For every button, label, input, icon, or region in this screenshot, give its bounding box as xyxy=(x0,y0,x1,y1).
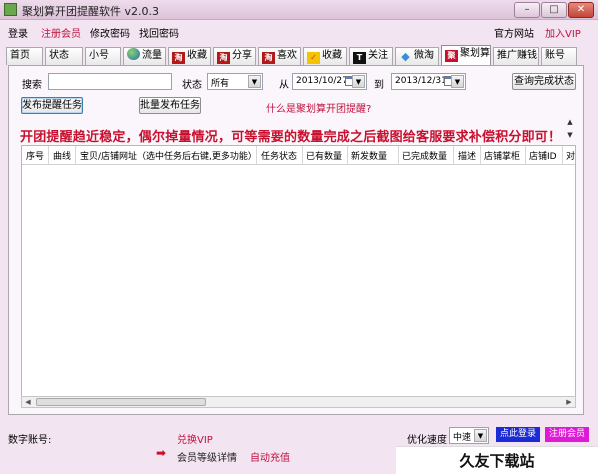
maximize-button[interactable]: □ xyxy=(541,2,567,18)
register-link[interactable]: 注册会员 xyxy=(41,25,81,40)
tao-icon: 淘 xyxy=(262,52,275,64)
scroll-right-icon[interactable]: ▶ xyxy=(563,397,575,407)
batch-publish-button[interactable]: 批量发布任务 xyxy=(139,97,201,114)
tab-label: 账号 xyxy=(545,50,565,61)
from-date-picker[interactable]: 2013/10/27 ▼ xyxy=(292,73,367,90)
column-header[interactable]: 已有数量 xyxy=(306,149,342,162)
tab-status[interactable]: 状态 xyxy=(45,47,83,65)
publish-reminder-button[interactable]: 发布提醒任务 xyxy=(21,97,83,114)
tab-traffic[interactable]: 流量 xyxy=(123,47,166,65)
official-site-link[interactable]: 官方网站 xyxy=(494,25,534,40)
login-link[interactable]: 登录 xyxy=(8,25,28,40)
tab-label: 收藏 xyxy=(322,50,342,61)
column-header[interactable]: 对 xyxy=(566,149,575,162)
redeem-vip-link[interactable]: 兑换VIP xyxy=(177,431,213,446)
tab-promote[interactable]: 推广赚钱 xyxy=(493,47,539,65)
tab-label: 聚划算 xyxy=(460,48,490,59)
chevron-down-icon[interactable]: ▼ xyxy=(352,75,365,88)
chevron-down-icon[interactable]: ▼ xyxy=(248,75,261,88)
from-date-value: 2013/10/27 xyxy=(296,76,348,86)
status-select[interactable]: 所有 ▼ xyxy=(207,73,263,90)
recover-password-link[interactable]: 找回密码 xyxy=(139,25,179,40)
scrollbar-thumb[interactable] xyxy=(36,398,206,406)
chevron-down-icon[interactable]: ▼ xyxy=(451,75,464,88)
table-horizontal-scrollbar[interactable]: ◀ ▶ xyxy=(21,396,576,408)
join-vip-link[interactable]: 加入VIP xyxy=(545,25,581,40)
tab-like[interactable]: 淘喜欢 xyxy=(258,47,301,65)
to-date-value: 2013/12/31 xyxy=(395,76,447,86)
tab-weitao[interactable]: ◆ 微淘 xyxy=(395,47,439,65)
tab-favorite[interactable]: 淘收藏 xyxy=(168,47,211,65)
tab-follow[interactable]: T 关注 xyxy=(349,47,393,65)
app-icon xyxy=(4,3,17,16)
juhuasuan-icon: 聚 xyxy=(445,50,458,62)
column-header[interactable]: 店铺掌柜 xyxy=(484,149,520,162)
task-table[interactable]: 序号 曲线 宝贝/店铺网址（选中任务后右键,更多功能） 任务状态 已有数量 新发… xyxy=(21,145,576,404)
column-header[interactable]: 序号 xyxy=(26,149,44,162)
tmall-icon: T xyxy=(353,52,366,64)
tab-label: 关注 xyxy=(368,50,388,61)
tab-label: 微淘 xyxy=(414,50,434,61)
column-header[interactable]: 任务状态 xyxy=(261,149,297,162)
speed-value: 中速 xyxy=(453,433,472,443)
tab-label: 分享 xyxy=(232,50,252,61)
tab-small-account[interactable]: 小号 xyxy=(85,47,121,65)
member-level-link[interactable]: 会员等级详情 xyxy=(177,449,237,464)
what-is-link[interactable]: 什么是聚划算开团提醒? xyxy=(266,100,371,115)
notice-text: 开团提醒趋近稳定，偶尔掉量情况，可等需要的数量完成之后截图给客服要求补偿积分即可… xyxy=(20,130,562,145)
scroll-left-icon[interactable]: ◀ xyxy=(22,397,34,407)
tao-icon: 淘 xyxy=(217,52,230,64)
tab-label: 推广赚钱 xyxy=(497,50,537,61)
window-title: 聚划算开团提醒软件 v2.0.3 xyxy=(22,5,159,18)
tab-label: 收藏 xyxy=(187,50,207,61)
diamond-icon: ◆ xyxy=(401,50,410,63)
globe-icon xyxy=(127,48,140,60)
minimize-button[interactable]: – xyxy=(514,2,540,18)
tab-share[interactable]: 淘分享 xyxy=(213,47,256,65)
speed-select[interactable]: 中速 ▼ xyxy=(449,427,489,444)
tab-account[interactable]: 账号 xyxy=(541,47,577,65)
status-label: 状态 xyxy=(182,80,202,91)
search-input[interactable] xyxy=(48,73,172,90)
status-value: 所有 xyxy=(211,79,230,89)
from-label: 从 xyxy=(279,80,289,91)
column-header[interactable]: 宝贝/店铺网址（选中任务后右键,更多功能） xyxy=(80,149,257,162)
change-password-link[interactable]: 修改密码 xyxy=(90,25,130,40)
column-header[interactable]: 已完成数量 xyxy=(402,149,447,162)
tab-collect[interactable]: ✓ 收藏 xyxy=(303,47,347,65)
register-member-button[interactable]: 注册会员 xyxy=(545,427,589,442)
query-status-button[interactable]: 查询完成状态 xyxy=(512,73,576,90)
table-header: 序号 曲线 宝贝/店铺网址（选中任务后右键,更多功能） 任务状态 已有数量 新发… xyxy=(22,146,575,165)
watermark-text: 久友下载站(www.9upk.com) xyxy=(396,446,598,474)
tab-label: 小号 xyxy=(89,50,109,61)
auto-recharge-link[interactable]: 自动充值 xyxy=(250,449,290,464)
tab-bar: 首页 状态 小号 流量 淘收藏 淘分享 淘喜欢 ✓ 收藏 T 关注 ◆ 微淘 聚聚划算… xyxy=(6,45,596,66)
tab-label: 喜欢 xyxy=(277,50,297,61)
scroll-up-icon[interactable]: ▲ xyxy=(565,118,575,128)
tab-label: 流量 xyxy=(142,50,162,61)
column-header[interactable]: 店铺ID xyxy=(529,149,557,162)
tao-icon: ✓ xyxy=(307,52,320,64)
arrow-right-icon: ➡ xyxy=(156,446,167,460)
tab-home[interactable]: 首页 xyxy=(6,47,43,65)
close-button[interactable]: ✕ xyxy=(568,2,594,18)
to-date-picker[interactable]: 2013/12/31 ▼ xyxy=(391,73,466,90)
scroll-down-icon[interactable]: ▼ xyxy=(565,131,575,141)
column-header[interactable]: 新发数量 xyxy=(351,149,387,162)
tab-label: 首页 xyxy=(10,50,30,61)
tab-juhuasuan[interactable]: 聚聚划算 xyxy=(441,45,491,66)
to-label: 到 xyxy=(374,80,384,91)
speed-label: 优化速度 xyxy=(407,435,447,446)
digital-account-label: 数字账号: xyxy=(8,435,52,446)
chevron-down-icon[interactable]: ▼ xyxy=(474,429,487,442)
menu-bar: 登录 注册会员 修改密码 找回密码 官方网站 加入VIP xyxy=(0,21,598,41)
column-header[interactable]: 描述 xyxy=(458,149,476,162)
tao-icon: 淘 xyxy=(172,52,185,64)
notice-scrollbar[interactable]: ▲ ▼ xyxy=(565,118,575,142)
column-header[interactable]: 曲线 xyxy=(53,149,71,162)
search-label: 搜索 xyxy=(22,80,42,91)
login-here-button[interactable]: 点此登录 xyxy=(496,427,540,442)
title-bar: 聚划算开团提醒软件 v2.0.3 – □ ✕ xyxy=(0,0,598,20)
tab-label: 状态 xyxy=(49,50,69,61)
